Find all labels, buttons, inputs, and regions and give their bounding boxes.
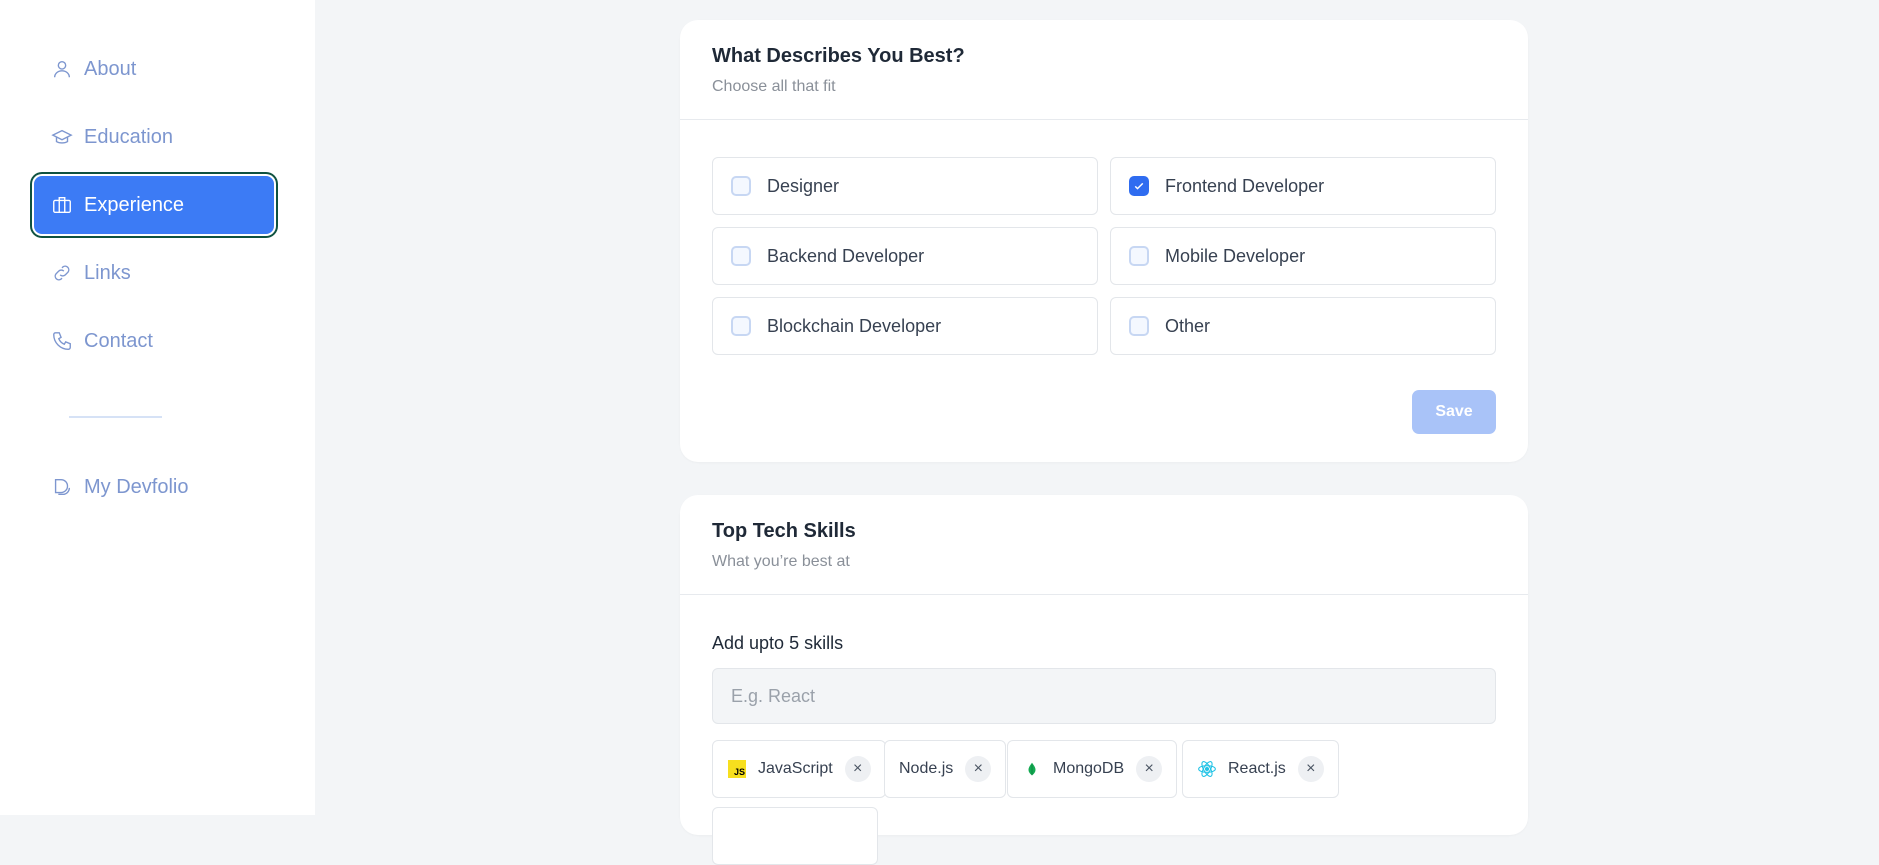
skills-card-header: Top Tech Skills What you’re best at [680, 495, 1528, 595]
option-mobile-developer[interactable]: Mobile Developer [1110, 227, 1496, 285]
skills-input-label: Add upto 5 skills [712, 633, 844, 653]
skill-chip-label: React.js [1228, 760, 1286, 777]
checkbox[interactable] [1129, 316, 1149, 336]
sidebar-item-label: Experience [84, 193, 185, 216]
describes-title: What Describes You Best? [712, 45, 965, 67]
sidebar-item-about[interactable]: About [34, 40, 274, 98]
option-other[interactable]: Other [1110, 297, 1496, 355]
skills-card: Top Tech Skills What you’re best at Add … [680, 495, 1528, 865]
skills-subtitle: What you’re best at [712, 553, 850, 570]
skill-chip-nodejs: Node.js × [884, 740, 1007, 798]
checkbox[interactable] [731, 316, 751, 336]
skills-title: Top Tech Skills [712, 520, 856, 542]
sidebar-item-label: Education [84, 125, 173, 148]
save-button[interactable]: Save [1412, 390, 1496, 434]
option-label: Mobile Developer [1165, 245, 1306, 266]
devfolio-logo-icon [50, 475, 74, 499]
checkmark-icon [1134, 182, 1144, 190]
remove-skill-button[interactable]: × [1136, 756, 1163, 782]
option-label: Blockchain Developer [767, 315, 942, 336]
remove-skill-button[interactable]: × [965, 756, 992, 782]
skill-chip-partial [712, 807, 878, 865]
sidebar-item-links[interactable]: Links [34, 244, 274, 302]
option-label: Frontend Developer [1165, 175, 1325, 196]
user-icon [50, 57, 74, 81]
remove-skill-button[interactable]: × [844, 756, 871, 782]
option-label: Designer [767, 175, 840, 196]
sidebar-item-experience[interactable]: Experience [34, 176, 274, 234]
option-blockchain-developer[interactable]: Blockchain Developer [712, 297, 1098, 355]
checkbox[interactable] [731, 176, 751, 196]
sidebar-item-label: My Devfolio [84, 475, 189, 498]
graduation-cap-icon [50, 125, 74, 149]
sidebar-item-my-devfolio[interactable]: My Devfolio [34, 458, 274, 516]
sidebar-item-label: About [84, 57, 137, 80]
skill-chip-mongodb: MongoDB × [1007, 740, 1178, 798]
skill-chip-label: Node.js [899, 760, 954, 777]
describes-card-header: What Describes You Best? Choose all that… [680, 20, 1528, 120]
option-backend-developer[interactable]: Backend Developer [712, 227, 1098, 285]
checkbox[interactable] [1129, 246, 1149, 266]
checkbox-checked[interactable] [1129, 176, 1149, 196]
checkbox[interactable] [731, 246, 751, 266]
link-icon [50, 261, 74, 285]
remove-skill-button[interactable]: × [1297, 756, 1324, 782]
option-label: Backend Developer [767, 245, 925, 266]
describes-subtitle: Choose all that fit [712, 78, 836, 95]
skill-chip-label: JavaScript [758, 760, 833, 777]
sidebar-item-label: Contact [84, 329, 153, 352]
skills-search-input[interactable] [712, 668, 1496, 724]
skill-chip-reactjs: React.js × [1182, 740, 1339, 798]
skill-chip-javascript: JS JavaScript × [712, 740, 886, 798]
briefcase-icon [50, 193, 74, 217]
sidebar-item-label: Links [84, 261, 131, 284]
phone-icon [50, 329, 74, 353]
mongodb-leaf-icon [1022, 759, 1042, 779]
sidebar-item-education[interactable]: Education [34, 108, 274, 166]
javascript-icon: JS [727, 759, 747, 779]
sidebar-item-contact[interactable]: Contact [34, 312, 274, 370]
option-designer[interactable]: Designer [712, 157, 1098, 215]
option-frontend-developer[interactable]: Frontend Developer [1110, 157, 1496, 215]
option-label: Other [1165, 315, 1211, 336]
sidebar: About Education Experience Links Contact… [0, 0, 315, 815]
skill-chip-label: MongoDB [1053, 760, 1125, 777]
react-icon [1197, 759, 1217, 779]
describes-card: What Describes You Best? Choose all that… [680, 20, 1528, 462]
sidebar-divider [69, 416, 162, 418]
